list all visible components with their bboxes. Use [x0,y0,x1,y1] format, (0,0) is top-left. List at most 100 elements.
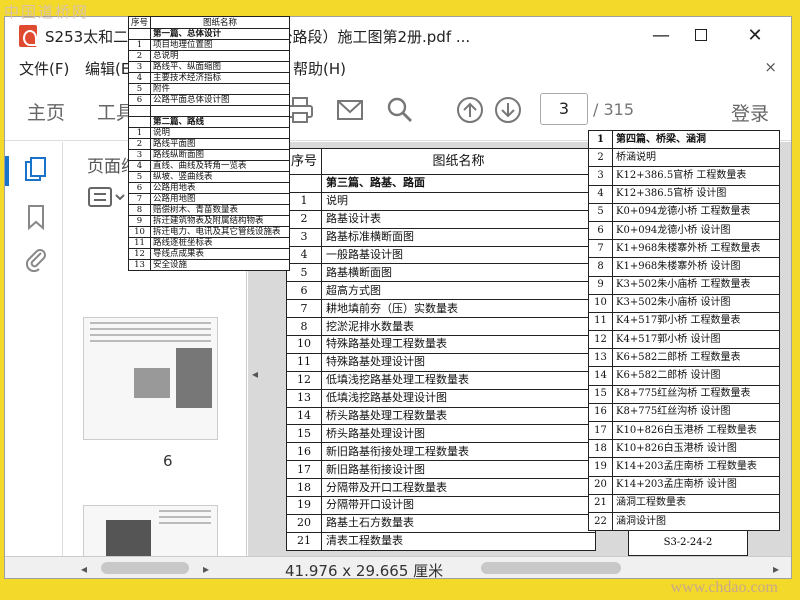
app-logo-icon [19,25,37,47]
row-number: 5 [588,202,613,222]
doc-hscroll-right[interactable]: ▸ [773,562,779,576]
drawing-name: 直线、曲线及转角一览表 [150,160,290,172]
doc-hscroll-thumb[interactable] [481,562,621,574]
row-number: 12 [285,370,323,390]
drawing-name: K10+826白玉港桥 工程数量表 [612,420,780,441]
email-icon[interactable] [335,95,365,125]
table-row: 第一篇、总体设计 [127,28,290,40]
table-header: 序号 图纸名称 [285,148,596,175]
thumbnail-photo [176,348,212,408]
row-number: 3 [127,61,152,73]
thumb-hscroll-right[interactable]: ▸ [203,562,209,576]
table-row: 3 路线纵断面图 [127,149,290,161]
row-number: 4 [127,160,152,172]
collapse-pane-arrow[interactable]: ◂ [252,367,258,381]
row-number: 3 [127,149,152,161]
drawing-name: 超高方式图 [321,281,596,301]
row-number: 2 [127,138,152,150]
drawing-name: K3+502朱小庙桥 工程数量表 [612,275,780,295]
drawing-index-table-part1-2: 序号 图纸名称 第一篇、总体设计 1 项目地理位置图 2 总说明 3 路线平、纵面缩图 4 主要… [127,16,290,271]
table-row: 20 K14+203孟庄南桥 设计图 [588,475,780,495]
row-number: 8 [285,317,323,337]
row-number: 7 [285,299,323,319]
table-row: 1 项目地理位置图 [127,39,290,51]
minimize-button[interactable]: — [641,23,681,49]
table-row: 15 K8+775红丝沟桥 工程数量表 [588,384,780,404]
table-row: 2 总说明 [127,50,290,62]
table-row [127,105,290,117]
search-icon[interactable] [385,95,415,125]
tab-home[interactable]: 主页 [27,98,65,125]
row-number: 12 [127,248,152,260]
title-bar: S253太和二龙...段改建工程（二级公路段）施工图第2册.pdf ... — … [5,17,791,55]
previous-page-icon[interactable] [455,95,485,125]
table-row: 2 路基设计表 [285,209,596,229]
header-no: 序号 [127,16,152,29]
thumbnail-options-icon[interactable] [87,186,127,208]
close-button[interactable]: ✕ [735,23,775,49]
bookmark-icon[interactable] [23,204,49,230]
row-number: 6 [127,182,152,194]
drawing-name: K6+582二郎桥 设计图 [612,366,780,386]
row-number: 8 [588,257,613,277]
table-row: 18 分隔带及开口工程数量表 [285,478,596,498]
row-number: 6 [127,94,152,106]
page-number-input[interactable]: 3 [540,93,588,125]
row-number [285,174,323,193]
drawing-name: K8+775红丝沟桥 设计图 [612,402,780,423]
maximize-icon [695,29,707,41]
row-number: 13 [588,348,613,368]
drawing-name: 导线点成果表 [150,248,290,260]
row-number: 5 [127,83,152,95]
drawing-name: 低填浅挖路基处理设计图 [321,388,596,408]
drawing-name: 项目地理位置图 [150,39,290,51]
row-number: 9 [588,275,613,295]
row-number: 21 [285,531,323,551]
page-thumbnails-icon[interactable] [23,156,49,182]
table-row: 22 涵洞设计图 [588,511,780,532]
row-number [127,116,152,128]
drawing-name: 一般路基设计图 [321,245,596,265]
table-row: 2 桥涵说明 [588,148,780,168]
row-number: 9 [127,215,152,227]
attachment-icon[interactable] [23,246,49,272]
thumbnail-page-label: 6 [163,452,173,470]
watermark-bottom: www.chdao.com [670,579,778,596]
drawing-name: K3+502朱小庙桥 设计图 [612,293,780,313]
row-number: 10 [588,293,613,313]
menu-close-button[interactable]: × [764,58,777,76]
row-number: 19 [588,457,613,477]
row-number: 1 [127,39,152,51]
login-button[interactable]: 登录 [731,99,769,126]
drawing-name: K0+094龙德小桥 工程数量表 [612,202,780,222]
rail-active-indicator [5,156,9,186]
maximize-button[interactable] [681,23,721,49]
table-row: 11 路线逐桩坐标表 [127,237,290,249]
row-number: 10 [285,335,323,354]
row-number: 7 [588,239,613,259]
menu-bar: 文件(F) 编辑(E) 帮助(H) × [5,55,791,81]
table-row: 3 K12+386.5官桥 工程数量表 [588,166,780,186]
drawing-name: 第一篇、总体设计 [150,28,290,40]
menu-file[interactable]: 文件(F) [19,58,69,79]
drawing-name: 路线平面图 [150,138,290,150]
table-row: 12 导线点成果表 [127,248,290,260]
next-page-icon[interactable] [493,95,523,125]
drawing-name: 总说明 [150,50,290,62]
thumb-hscroll-thumb[interactable] [101,562,189,574]
table-row: 21 涵洞工程数量表 [588,493,780,513]
row-number: 15 [285,424,323,444]
table-row: 20 路基土石方数量表 [285,513,596,533]
page-thumbnail-6[interactable] [83,317,218,440]
drawing-name: 主要技术经济指标 [150,72,290,84]
row-number: 8 [127,204,152,216]
row-number: 10 [127,226,152,238]
drawing-name: 路线逐桩坐标表 [150,237,290,249]
thumb-hscroll-left[interactable]: ◂ [81,562,87,576]
row-number: 5 [127,171,152,183]
row-number: 14 [285,406,323,426]
drawing-name: 路线平、纵面缩图 [150,61,290,73]
thumbnail-photo [134,368,170,398]
menu-help[interactable]: 帮助(H) [293,58,346,79]
row-number: 11 [127,237,152,249]
